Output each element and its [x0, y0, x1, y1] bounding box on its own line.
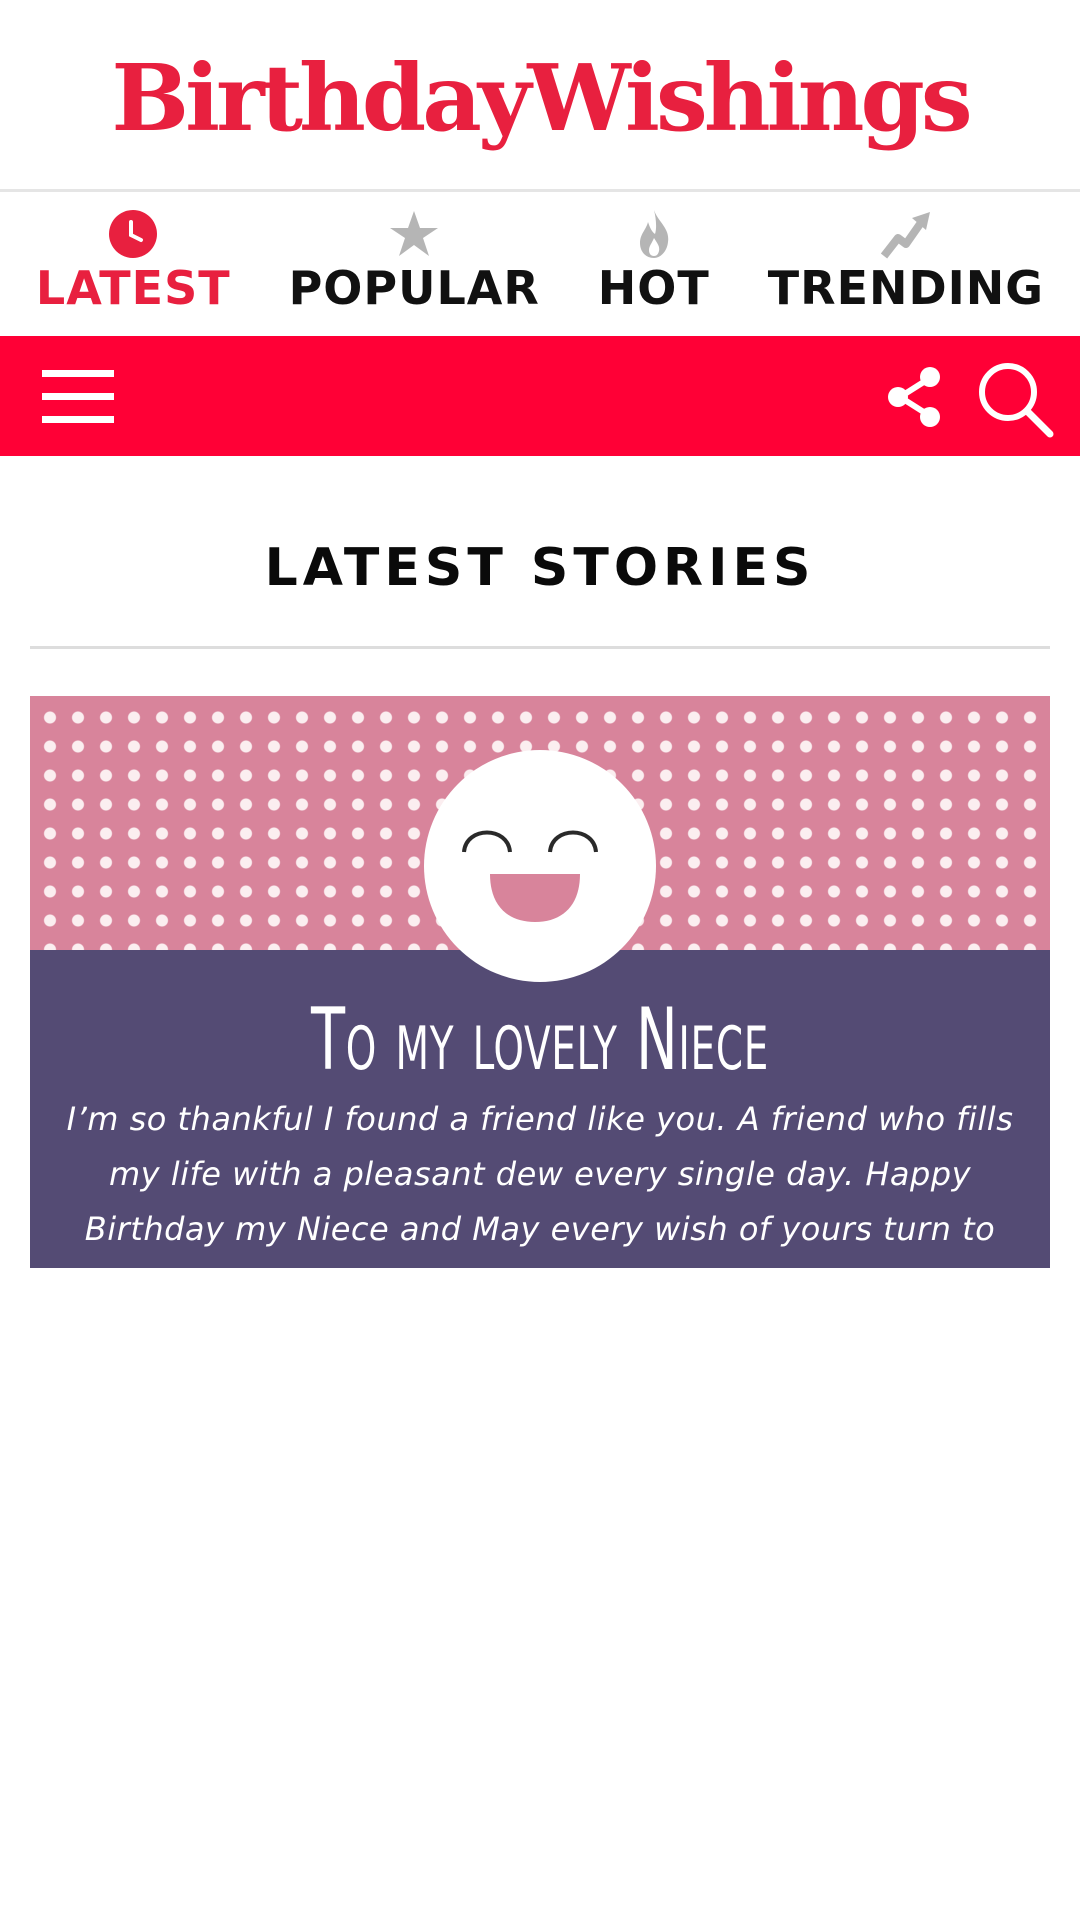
category-tabs: LATEST POPULAR HOT TRENDING: [0, 192, 1080, 336]
share-icon[interactable]: [886, 366, 944, 428]
section-title: LATEST STORIES: [264, 538, 816, 598]
tab-label: POPULAR: [288, 261, 540, 315]
tab-popular[interactable]: POPULAR: [289, 208, 540, 314]
story-heading: To my lovely Niece: [311, 990, 769, 1090]
tab-latest[interactable]: LATEST: [36, 208, 231, 314]
story-card[interactable]: To my lovely Niece I’m so thankful I fou…: [30, 696, 1050, 1268]
top-toolbar: [0, 336, 1080, 456]
search-icon[interactable]: [976, 360, 1054, 438]
site-logo[interactable]: BirthdayWishings: [111, 44, 972, 152]
clock-icon: [109, 210, 158, 258]
story-message: I’m so thankful I found a friend like yo…: [66, 1100, 1014, 1268]
site-header: BirthdayWishings: [0, 0, 1080, 192]
tab-trending[interactable]: TRENDING: [768, 208, 1044, 314]
tab-hot[interactable]: HOT: [598, 208, 710, 314]
trending-arrow-icon: [880, 212, 930, 259]
tab-label: HOT: [597, 261, 710, 315]
tab-label: TRENDING: [767, 261, 1045, 315]
star-icon: [390, 211, 439, 256]
hamburger-menu-icon[interactable]: [40, 368, 116, 426]
flame-icon: [639, 210, 669, 258]
section-divider: [30, 646, 1050, 649]
tab-label: LATEST: [35, 261, 231, 315]
smiley-face-icon: [424, 750, 656, 982]
